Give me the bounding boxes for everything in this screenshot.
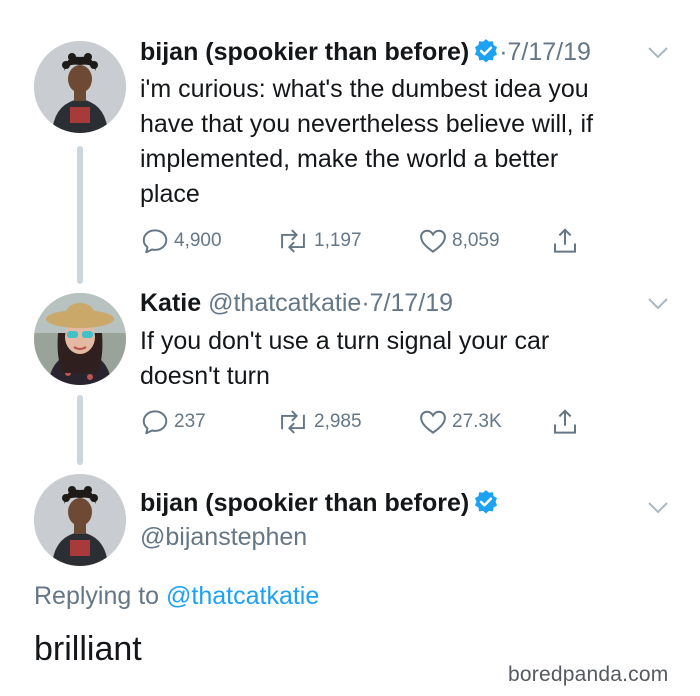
retweet-icon <box>281 410 305 434</box>
tweet-1-text-line: place <box>140 180 200 208</box>
tweet-1-meta[interactable]: ·7/17/19 <box>499 38 591 66</box>
thread-connector-2 <box>77 395 83 465</box>
retweet-count: 1,197 <box>314 230 362 251</box>
tweet-2-text-line: doesn't turn <box>140 362 270 390</box>
replying-to-prefix: Replying to <box>34 582 167 610</box>
tweet-2-meta[interactable]: @thatcatkatie·7/17/19 <box>208 289 453 317</box>
chevron-down-icon[interactable] <box>647 46 669 60</box>
reply-count: 4,900 <box>174 230 222 251</box>
chevron-down-icon[interactable] <box>647 297 669 311</box>
thread-connector-1 <box>77 146 83 284</box>
reply-icon <box>142 410 168 435</box>
tweet-2-actions: 237 2,985 27.3K <box>140 407 600 439</box>
reply-button[interactable]: 237 <box>140 407 206 437</box>
chevron-down-icon[interactable] <box>647 501 669 515</box>
share-button[interactable] <box>550 407 584 437</box>
reply-button[interactable]: 4,900 <box>140 226 222 256</box>
tweet-1-author[interactable]: bijan (spookier than before) <box>140 38 469 66</box>
watermark: boredpanda.com <box>508 663 669 686</box>
avatar-bijan-2[interactable] <box>34 474 126 566</box>
replying-to-handle[interactable]: @thatcatkatie <box>166 582 319 610</box>
main-tweet-header: bijan (spookier than before) <box>140 488 499 518</box>
tweet-1-text-line: i'm curious: what's the dumbest idea you <box>140 75 589 103</box>
retweet-button[interactable]: 2,985 <box>276 407 362 437</box>
tweet-2-author[interactable]: Katie <box>140 289 201 317</box>
share-button[interactable] <box>550 226 584 256</box>
main-tweet-text: brilliant <box>34 630 142 668</box>
avatar-bijan-1[interactable] <box>34 41 126 133</box>
tweet-1-text: i'm curious: what's the dumbest idea you… <box>140 72 660 212</box>
like-count: 27.3K <box>452 411 502 432</box>
reply-icon <box>142 229 168 254</box>
like-button[interactable]: 8,059 <box>418 226 500 256</box>
tweet-1-text-line: have that you nevertheless believe will,… <box>140 110 594 138</box>
share-icon <box>554 228 576 253</box>
verified-badge-icon <box>475 490 498 514</box>
like-button[interactable]: 27.3K <box>418 407 502 437</box>
share-icon <box>554 409 576 434</box>
tweet-1-text-line: implemented, make the world a better <box>140 145 559 173</box>
retweet-icon <box>281 229 305 253</box>
main-tweet-handle[interactable]: @bijanstephen <box>140 522 307 552</box>
tweet-1-header: bijan (spookier than before) ·7/17/19 <box>140 37 591 67</box>
like-icon <box>420 410 446 434</box>
verified-badge-icon <box>475 39 498 63</box>
like-icon <box>420 229 446 253</box>
like-count: 8,059 <box>452 230 500 251</box>
reply-count: 237 <box>174 411 206 432</box>
replying-to: Replying to @thatcatkatie <box>34 582 319 611</box>
tweet-1-actions: 4,900 1,197 8,059 <box>140 226 600 258</box>
retweet-button[interactable]: 1,197 <box>276 226 362 256</box>
retweet-count: 2,985 <box>314 411 362 432</box>
tweet-2-text-line: If you don't use a turn signal your car <box>140 327 550 355</box>
tweet-2-header: Katie @thatcatkatie·7/17/19 <box>140 288 453 318</box>
tweet-2-text: If you don't use a turn signal your car … <box>140 324 660 394</box>
main-tweet-author[interactable]: bijan (spookier than before) <box>140 489 469 517</box>
avatar-katie[interactable] <box>34 293 126 385</box>
